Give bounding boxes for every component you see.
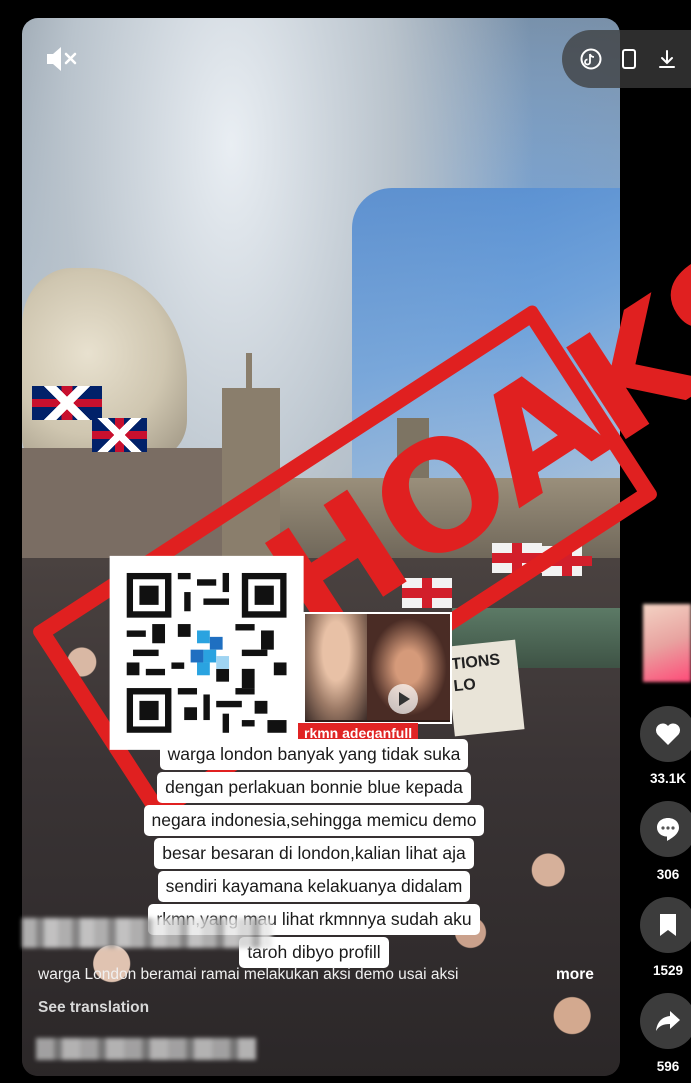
phone-icon[interactable] xyxy=(618,48,640,70)
like-count: 33.1K xyxy=(649,771,687,786)
caption-line: dengan perlakuan bonnie blue kepada xyxy=(157,772,471,803)
share-icon xyxy=(656,1011,680,1031)
save-count: 1529 xyxy=(652,963,684,978)
tiktok-logo-icon[interactable] xyxy=(580,48,602,70)
save-button[interactable] xyxy=(640,897,691,953)
comment-button[interactable] xyxy=(640,801,691,857)
download-icon[interactable] xyxy=(656,48,678,70)
caption-line: negara indonesia,sehingga memicu demo xyxy=(143,805,485,836)
music-info-blurred[interactable] xyxy=(36,1038,256,1060)
caption-line: sendiri kayamana kelakuanya didalam xyxy=(157,871,471,902)
caption-line: besar besaran di london,kalian lihat aja xyxy=(154,838,474,869)
speaker-muted-icon[interactable] xyxy=(44,44,80,74)
play-icon[interactable] xyxy=(388,684,418,714)
comment-icon xyxy=(657,818,679,841)
qr-code-icon xyxy=(126,572,287,733)
embedded-thumbnail[interactable] xyxy=(303,612,452,724)
comment-count: 306 xyxy=(656,867,680,882)
username-blurred[interactable] xyxy=(22,918,272,948)
more-button[interactable]: more xyxy=(556,966,594,984)
caption-line: warga london banyak yang tidak suka xyxy=(159,739,469,770)
post-description: warga London beramai ramai melakukan aks… xyxy=(38,966,459,983)
union-jack-flag xyxy=(32,386,102,420)
video-controls xyxy=(562,30,691,88)
bookmark-icon xyxy=(660,914,676,936)
share-count: 596 xyxy=(656,1059,680,1074)
heart-icon xyxy=(655,723,681,745)
union-jack-flag xyxy=(92,418,147,452)
avatar[interactable] xyxy=(643,604,691,682)
protest-sign-text: TIONS LO xyxy=(450,651,501,696)
protest-sign: TIONS LO xyxy=(445,639,525,737)
like-button[interactable] xyxy=(640,706,691,762)
see-translation-link[interactable]: See translation xyxy=(38,999,149,1017)
share-button[interactable] xyxy=(640,993,691,1049)
qr-code xyxy=(109,555,304,750)
thumbnail-face xyxy=(305,614,367,720)
